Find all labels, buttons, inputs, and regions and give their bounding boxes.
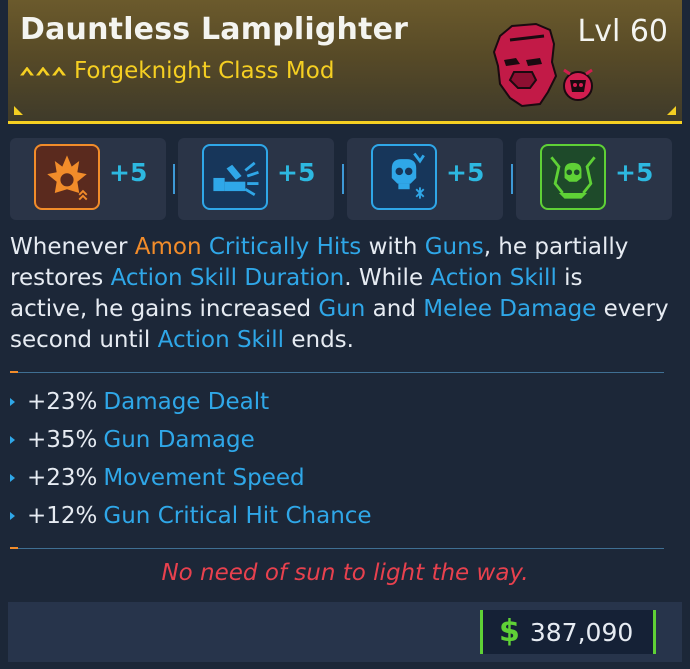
skill-bonus-4[interactable]: +5 [516, 138, 672, 220]
section-divider [10, 548, 664, 549]
description-line: second until Action Skill ends. [10, 327, 354, 353]
bullet-icon [10, 436, 15, 444]
fire-skill-icon [34, 144, 100, 210]
rarity-chevrons-icon [20, 66, 66, 76]
dollar-icon: $ [499, 614, 520, 649]
keyword-highlight: Action Skill [157, 327, 285, 353]
keyword-highlight: Action Skill Duration [110, 265, 345, 291]
skill-bonus-value: +5 [277, 158, 316, 187]
stat-label: Gun Damage [103, 427, 255, 453]
keyword-highlight: Guns [424, 234, 484, 260]
description-line: active, he gains increased Gun and Melee… [10, 296, 669, 322]
skill-bonus-value: +5 [109, 158, 148, 187]
description-line: Whenever Amon Critically Hits with Guns,… [10, 234, 629, 260]
flavor-text: No need of sun to light the way. [161, 560, 529, 586]
item-price: 387,090 [529, 617, 634, 647]
keyword-highlight: Melee Damage [423, 296, 597, 322]
skill-bonus-2[interactable]: +5 [178, 138, 334, 220]
divider-tick [10, 547, 18, 549]
keyword-highlight: Gun [318, 296, 366, 322]
price-box: $ 387,090 [480, 610, 656, 654]
bullet-icon [10, 512, 15, 520]
skill-bonus-1[interactable]: +5 [10, 138, 166, 220]
amon-portrait-icon [492, 22, 593, 108]
stat-row: +23% Damage Dealt [10, 386, 269, 418]
keyword-highlight: Action Skill [430, 265, 557, 291]
stat-value: +35% [27, 427, 98, 453]
forge-skill-icon [202, 144, 268, 210]
skill-bonus-row: +5 +5 +5 +5 [10, 138, 682, 220]
skill-bonus-value: +5 [615, 158, 654, 187]
skull-shield-skill-icon [540, 144, 606, 210]
item-footer: $ 387,090 [8, 602, 682, 662]
item-type: Forgeknight Class Mod [74, 58, 335, 84]
item-subtitle: Forgeknight Class Mod [20, 56, 334, 86]
item-description: Whenever Amon Critically Hits with Guns,… [10, 232, 686, 356]
bullet-icon [10, 398, 15, 406]
section-divider [10, 372, 664, 373]
keyword-highlight: Critically Hits [208, 234, 362, 260]
stat-value: +12% [27, 503, 98, 529]
skill-separator [342, 164, 344, 194]
item-name: Dauntless Lamplighter [20, 12, 409, 47]
divider-tick [10, 371, 18, 373]
stat-value: +23% [27, 389, 98, 415]
skill-bonus-3[interactable]: +5 [347, 138, 503, 220]
stat-label: Gun Critical Hit Chance [103, 503, 372, 529]
skill-separator [511, 164, 513, 194]
stat-row: +35% Gun Damage [10, 424, 255, 456]
frost-skull-skill-icon [371, 144, 437, 210]
stat-label: Damage Dealt [103, 389, 270, 415]
stat-value: +23% [27, 465, 98, 491]
description-line: restores Action Skill Duration. While Ac… [10, 265, 583, 291]
header-corner-left [14, 106, 23, 115]
header-corner-right [667, 106, 676, 115]
stat-row: +23% Movement Speed [10, 462, 305, 494]
skill-bonus-value: +5 [446, 158, 485, 187]
item-header: Dauntless Lamplighter Forgeknight Class … [8, 0, 682, 124]
bullet-icon [10, 474, 15, 482]
skill-separator [173, 164, 175, 194]
stat-row: +12% Gun Critical Hit Chance [10, 500, 372, 532]
stat-label: Movement Speed [103, 465, 305, 491]
character-name-highlight: Amon [134, 234, 202, 260]
